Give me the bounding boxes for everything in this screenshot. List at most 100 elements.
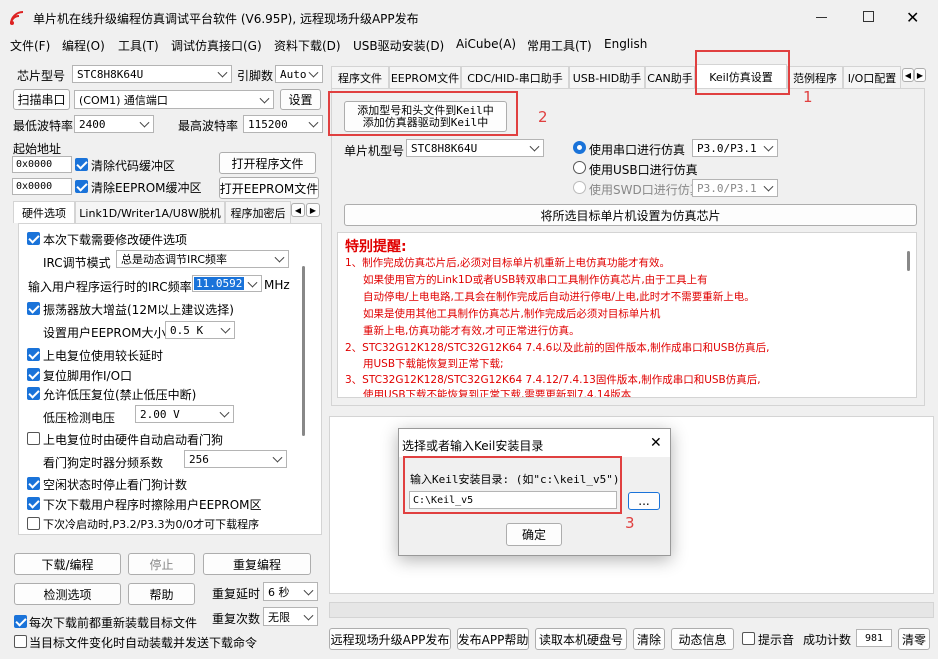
reset-io-label: 复位脚用作I/O口 [43, 369, 133, 383]
clear-code-checkbox[interactable] [75, 158, 88, 171]
auto-send-label: 当目标文件变化时自动装载并发送下载命令 [29, 636, 258, 650]
chevron-down-icon [247, 277, 258, 288]
annotation-box-3 [403, 456, 622, 514]
menu-common[interactable]: 常用工具(T) [527, 37, 592, 54]
erase-eeprom-checkbox[interactable] [27, 497, 40, 510]
check-options-button[interactable]: 检测选项 [14, 583, 121, 605]
tab-cdc-hid[interactable]: CDC/HID-串口助手 [461, 66, 569, 88]
erase-eeprom-label: 下次下载用户程序时擦除用户EEPROM区 [43, 498, 262, 512]
low-volt-reset-checkbox[interactable] [27, 387, 40, 400]
repeat-delay-label: 重复延时 [212, 587, 261, 601]
dynamic-info-button[interactable]: 动态信息 [671, 628, 734, 650]
sim-serial-pins-select[interactable]: P3.0/P3.1 [692, 139, 778, 157]
cold-boot-checkbox[interactable] [27, 517, 40, 530]
tab-scroll-right-icon[interactable]: ▶ [306, 203, 320, 217]
repeat-count-select[interactable]: 无限 [263, 607, 318, 626]
tab-usb-hid[interactable]: USB-HID助手 [569, 66, 645, 88]
auto-send-checkbox[interactable] [14, 635, 27, 648]
beep-checkbox[interactable] [742, 632, 755, 645]
modify-hw-checkbox[interactable] [27, 232, 40, 245]
menu-tools[interactable]: 工具(T) [118, 37, 159, 54]
close-icon[interactable]: ✕ [906, 8, 919, 27]
tab-io-config[interactable]: I/O口配置 [843, 66, 901, 88]
pin-select[interactable]: Auto [275, 65, 323, 83]
menu-download[interactable]: 资料下载(D) [274, 37, 341, 54]
code-address-input[interactable]: 0x0000 [12, 156, 72, 173]
port-select[interactable]: (COM1) 通信端口 [74, 90, 274, 109]
reload-each-checkbox[interactable] [14, 615, 27, 628]
tab-program-file[interactable]: 程序文件 [331, 66, 389, 88]
power-delay-checkbox[interactable] [27, 348, 40, 361]
dialog-ok-button[interactable]: 确定 [506, 523, 562, 546]
mcu-model-select[interactable]: STC8H8K64U [406, 139, 544, 157]
menu-file[interactable]: 文件(F) [10, 37, 50, 54]
tab-encryption[interactable]: 程序加密后 [225, 201, 291, 223]
eeprom-address-input[interactable]: 0x0000 [12, 178, 72, 195]
wdt-start-checkbox[interactable] [27, 432, 40, 445]
minimize-icon[interactable] [816, 17, 827, 18]
right-tab-scroll-right-icon[interactable]: ▶ [914, 68, 926, 82]
clear-log-button[interactable]: 清除 [633, 628, 665, 650]
sim-swd-radio[interactable] [573, 181, 586, 194]
wdt-div-select[interactable]: 256 [184, 450, 287, 468]
publish-app-button[interactable]: 远程现场升级APP发布 [329, 628, 451, 650]
stop-button[interactable]: 停止 [128, 553, 195, 575]
chevron-down-icon [272, 452, 283, 463]
notice-line: 2、STC32G12K128/STC32G12K64 7.4.6以及此前的固件版… [345, 342, 770, 354]
port-settings-button[interactable]: 设置 [280, 89, 321, 110]
sim-usb-radio[interactable] [573, 161, 586, 174]
publish-help-button[interactable]: 发布APP帮助 [457, 628, 529, 650]
help-button[interactable]: 帮助 [128, 583, 195, 605]
menu-aicube[interactable]: AiCube(A) [456, 37, 516, 51]
irc-freq-select[interactable]: 11.0592 [192, 275, 262, 292]
tab-scroll-left-icon[interactable]: ◀ [291, 203, 305, 217]
min-baud-select[interactable]: 2400 [74, 115, 154, 133]
chip-label: 芯片型号 [17, 69, 66, 83]
mcu-model-label: 单片机型号 [344, 144, 405, 158]
idle-wdt-checkbox[interactable] [27, 477, 40, 490]
maximize-icon[interactable] [863, 11, 874, 22]
browse-button[interactable]: ... [628, 492, 660, 510]
sim-swd-pins-select[interactable]: P3.0/P3.1 [692, 179, 778, 197]
tab-offline[interactable]: Link1D/Writer1A/U8W脱机 [75, 201, 225, 223]
tab-eeprom-file[interactable]: EEPROM文件 [389, 66, 461, 88]
chip-select[interactable]: STC8H8K64U [72, 65, 232, 83]
mhz-label: MHz [264, 278, 290, 292]
notice-line: 如果使用官方的Link1D或者USB转双串口工具制作仿真芯片,由于工具上有 [363, 274, 708, 286]
read-disk-button[interactable]: 读取本机硬盘号 [535, 628, 627, 650]
open-program-button[interactable]: 打开程序文件 [219, 152, 316, 174]
repeat-delay-select[interactable]: 6 秒 [263, 582, 318, 601]
irc-mode-select[interactable]: 总是动态调节IRC频率 [116, 250, 289, 268]
menu-program[interactable]: 编程(O) [62, 37, 105, 54]
dialog-close-icon[interactable]: ✕ [650, 435, 662, 451]
tab-examples[interactable]: 范例程序 [787, 66, 843, 88]
sim-serial-radio[interactable] [573, 141, 586, 154]
eeprom-size-label: 设置用户EEPROM大小 [43, 326, 166, 340]
notice-scrollbar[interactable] [907, 251, 910, 271]
osc-gain-checkbox[interactable] [27, 302, 40, 315]
chevron-down-icon [529, 141, 540, 152]
scan-port-button[interactable]: 扫描串口 [13, 89, 70, 110]
tab-hardware-options[interactable]: 硬件选项 [13, 201, 75, 223]
repeat-program-button[interactable]: 重复编程 [203, 553, 311, 575]
wdt-start-label: 上电复位时由硬件自动启动看门狗 [43, 433, 224, 447]
menu-english[interactable]: English [604, 37, 647, 51]
right-tab-scroll-left-icon[interactable]: ◀ [902, 68, 914, 82]
options-scrollbar[interactable] [302, 266, 305, 436]
open-eeprom-button[interactable]: 打开EEPROM文件 [219, 177, 319, 199]
reset-io-checkbox[interactable] [27, 368, 40, 381]
clear-eeprom-checkbox[interactable] [75, 180, 88, 193]
download-button[interactable]: 下载/编程 [14, 553, 121, 575]
menu-usb[interactable]: USB驱动安装(D) [353, 37, 444, 54]
left-tab-strip: 硬件选项 Link1D/Writer1A/U8W脱机 程序加密后 ◀ ▶ [13, 201, 323, 223]
max-baud-select[interactable]: 115200 [243, 115, 323, 133]
reset-count-button[interactable]: 清零 [898, 628, 930, 650]
irc-mode-label: IRC调节模式 [43, 256, 111, 270]
chevron-down-icon [303, 610, 314, 621]
eeprom-size-select[interactable]: 0.5 K [165, 321, 235, 339]
menu-debug[interactable]: 调试仿真接口(G) [171, 37, 262, 54]
set-sim-chip-button[interactable]: 将所选目标单片机设置为仿真芯片 [344, 204, 917, 226]
tab-can[interactable]: CAN助手 [645, 66, 695, 88]
low-volt-select[interactable]: 2.00 V [135, 405, 234, 423]
notice-line: 使用USB下载不能恢复到正常下载,需要更新到7.4.14版本 [363, 389, 632, 398]
